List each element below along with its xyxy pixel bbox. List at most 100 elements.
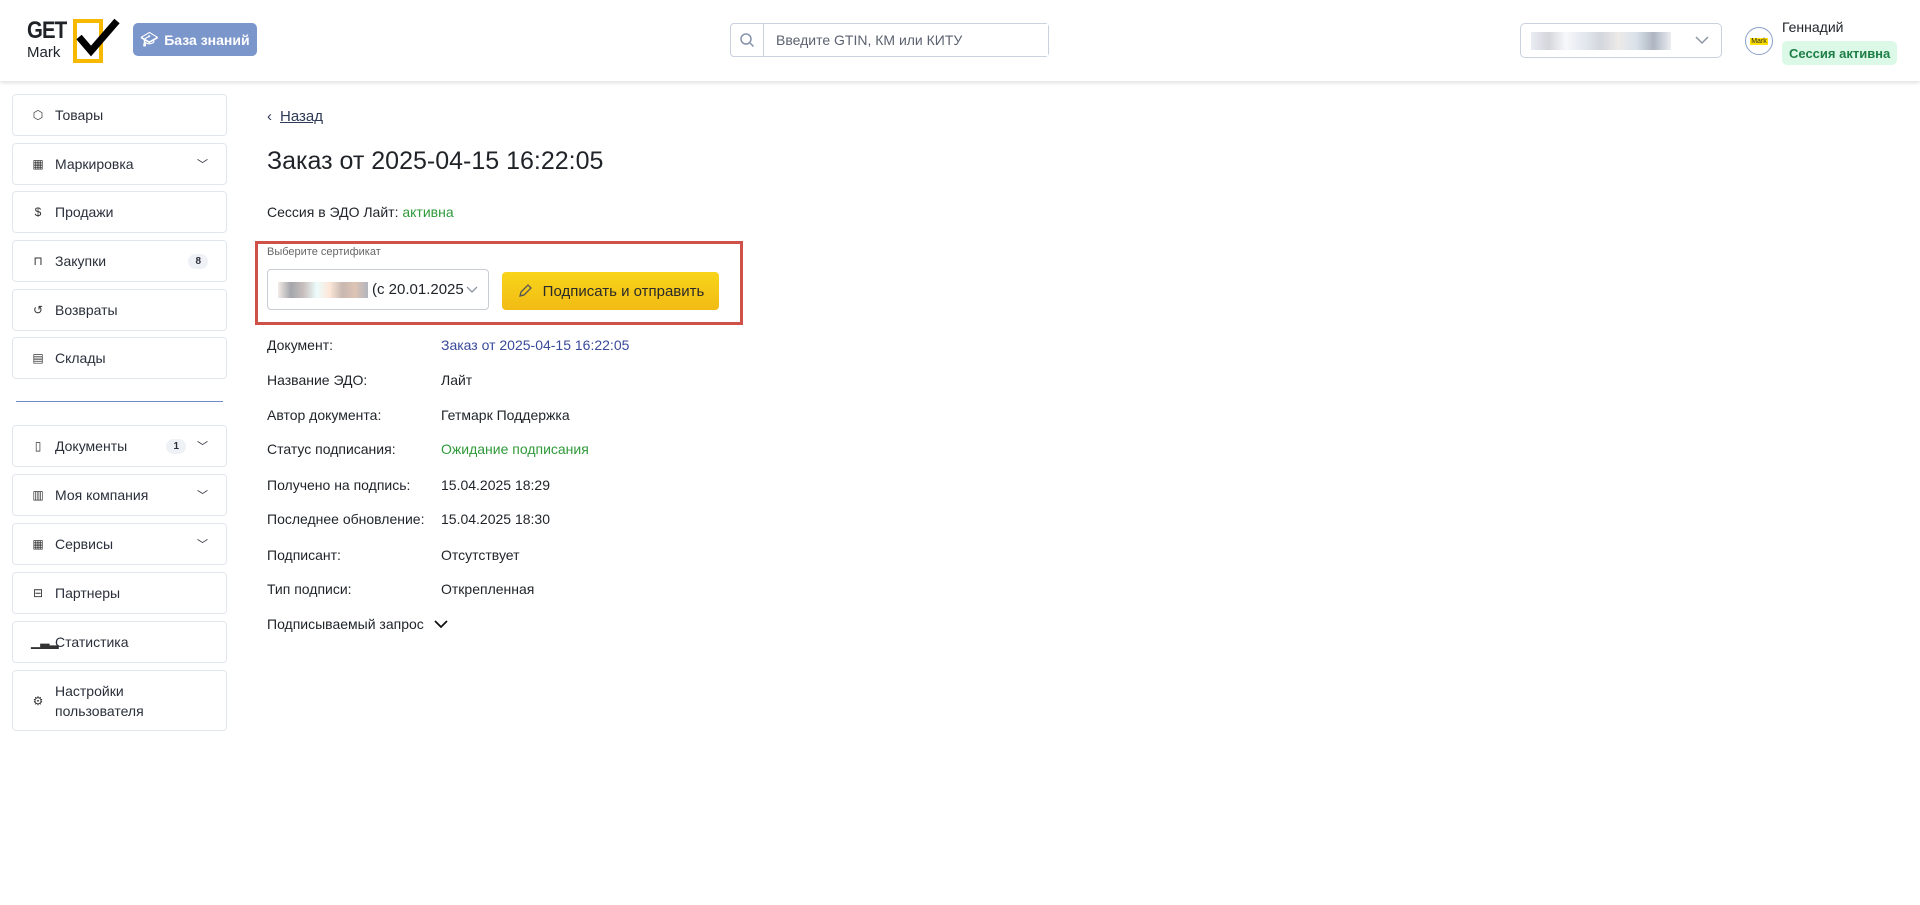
detail-row: Название ЭДО: Лайт: [267, 372, 472, 388]
chevron-down-icon: [1695, 36, 1709, 45]
sidebar-item-statistics[interactable]: ▁▃▂ Статистика: [12, 621, 227, 663]
warehouse-icon: ▤: [32, 351, 44, 365]
company-name-redacted: [1531, 32, 1671, 50]
sidebar-item-sales[interactable]: $ Продажи: [12, 191, 227, 233]
building-icon: ▥: [32, 488, 44, 502]
detail-value: 15.04.2025 18:29: [441, 477, 550, 493]
gear-icon: ⚙︎: [32, 693, 44, 708]
count-badge: 8: [188, 253, 208, 269]
certificate-owner-redacted: [278, 281, 368, 298]
detail-key: Получено на подпись:: [267, 477, 411, 493]
search-icon[interactable]: [731, 24, 764, 56]
nav-label: Возвраты: [55, 302, 118, 318]
count-badge: 1: [166, 438, 186, 454]
detail-key: Автор документа:: [267, 407, 382, 423]
chevron-down-icon: [434, 620, 448, 629]
detail-key: Название ЭДО:: [267, 372, 368, 388]
certificate-select[interactable]: (с 20.01.2025: [267, 269, 489, 310]
detail-row: Подписант: Отсутствует: [267, 547, 520, 563]
session-status-badge: Сессия активна: [1782, 41, 1898, 65]
detail-key: Статус подписания:: [267, 441, 396, 457]
qr-icon: ▦: [32, 157, 44, 171]
sidebar-item-products[interactable]: ⬡ Товары: [12, 94, 227, 136]
search-bar: [730, 23, 1049, 57]
knowledge-base-button[interactable]: 🎓︎ База знаний: [133, 23, 257, 56]
top-header: GETMark 🎓︎ База знаний Mark Геннадий Сес…: [0, 0, 1920, 81]
company-select[interactable]: [1520, 23, 1722, 58]
nav-label: Документы: [55, 438, 128, 454]
detail-key: Подписант:: [267, 547, 341, 563]
signed-request-toggle[interactable]: Подписываемый запрос: [267, 616, 448, 632]
sidebar-item-purchases[interactable]: ⊓ Закупки 8: [12, 240, 227, 282]
chevron-down-icon: ﹀: [197, 490, 208, 502]
detail-value: Открепленная: [441, 581, 535, 597]
certificate-label: Выберите сертификат: [267, 246, 381, 258]
user-name: Геннадий: [1782, 19, 1844, 35]
nav-label: Настройки пользователя: [55, 682, 144, 719]
detail-key: Тип подписи:: [267, 581, 352, 597]
chevron-down-icon: [466, 286, 478, 293]
detail-row: Документ: Заказ от 2025-04-15 16:22:05: [267, 337, 629, 353]
detail-value: Гетмарк Поддержка: [441, 407, 570, 423]
nav-label: Маркировка: [55, 156, 134, 172]
document-icon: ▯: [34, 439, 42, 453]
document-link[interactable]: Заказ от 2025-04-15 16:22:05: [441, 337, 629, 353]
return-icon: ↺: [32, 303, 44, 317]
sidebar-item-user-settings[interactable]: ⚙︎ Настройки пользователя: [12, 670, 227, 731]
pencil-icon: [518, 284, 532, 297]
nav-label: Закупки: [55, 253, 107, 269]
nav-label: Продажи: [55, 204, 114, 220]
detail-row: Автор документа: Гетмарк Поддержка: [267, 407, 570, 423]
chevron-down-icon: ﹀: [197, 441, 208, 453]
sidebar-item-partners[interactable]: ⊟ Партнеры: [12, 572, 227, 614]
chevron-down-icon: ﹀: [197, 539, 208, 551]
briefcase-icon: ⊟: [32, 586, 44, 600]
detail-value: Лайт: [441, 372, 473, 388]
sidebar-item-services[interactable]: ▦ Сервисы ﹀: [12, 523, 227, 565]
detail-key: Последнее обновление:: [267, 511, 425, 527]
detail-value: 15.04.2025 18:30: [441, 511, 550, 527]
nav-label: Склады: [55, 350, 106, 366]
avatar[interactable]: Mark: [1745, 27, 1773, 55]
sign-button-label: Подписать и отправить: [542, 282, 705, 300]
nav-label: Партнеры: [55, 585, 121, 601]
nav-label: Статистика: [55, 634, 129, 650]
chart-icon: ▁▃▂: [31, 635, 59, 649]
box-icon: ⬡: [32, 108, 44, 122]
detail-key: Документ:: [267, 337, 333, 353]
bag-icon: ⊓: [33, 254, 43, 268]
avatar-text: Mark: [1750, 37, 1768, 45]
certificate-value: (с 20.01.2025: [372, 281, 464, 298]
sidebar-item-my-company[interactable]: ▥ Моя компания ﹀: [12, 474, 227, 516]
nav-label: Сервисы: [55, 536, 114, 552]
sidebar-item-warehouses[interactable]: ▤ Склады: [12, 337, 227, 379]
getmark-logo[interactable]: GET Mark: [27, 17, 120, 64]
back-link-row: ‹ Назад: [267, 108, 323, 125]
sidebar-item-documents[interactable]: ▯ Документы 1 ﹀: [12, 425, 227, 467]
edo-session-status: Сессия в ЭДО Лайт: активна: [267, 204, 454, 220]
detail-row: Последнее обновление: 15.04.2025 18:30: [267, 511, 550, 527]
nav-label: Товары: [55, 107, 104, 123]
session-value: активна: [402, 204, 454, 220]
back-link[interactable]: Назад: [280, 108, 323, 125]
knowledge-base-label: База знаний: [164, 31, 250, 48]
detail-row: Статус подписания: Ожидание подписания: [267, 441, 589, 457]
sidebar-item-marking[interactable]: ▦ Маркировка ﹀: [12, 143, 227, 185]
signing-status: Ожидание подписания: [441, 441, 589, 457]
dollar-icon: $: [34, 205, 42, 219]
sidebar-item-returns[interactable]: ↺ Возвраты: [12, 289, 227, 331]
graduation-cap-icon: 🎓︎: [140, 31, 159, 47]
detail-value: Отсутствует: [441, 547, 520, 563]
grid-icon: ▦: [32, 537, 44, 551]
toggle-label: Подписываемый запрос: [267, 616, 424, 632]
sidebar-divider: [16, 401, 223, 402]
chevron-down-icon: ﹀: [197, 159, 208, 171]
chevron-left-icon: ‹: [267, 108, 272, 125]
sign-and-send-button[interactable]: Подписать и отправить: [502, 272, 719, 310]
page-title: Заказ от 2025-04-15 16:22:05: [267, 147, 604, 175]
detail-row: Тип подписи: Открепленная: [267, 581, 534, 597]
detail-row: Получено на подпись: 15.04.2025 18:29: [267, 477, 550, 493]
session-label: Сессия в ЭДО Лайт:: [267, 204, 399, 220]
search-input[interactable]: [764, 24, 1048, 56]
nav-label: Моя компания: [55, 487, 149, 503]
